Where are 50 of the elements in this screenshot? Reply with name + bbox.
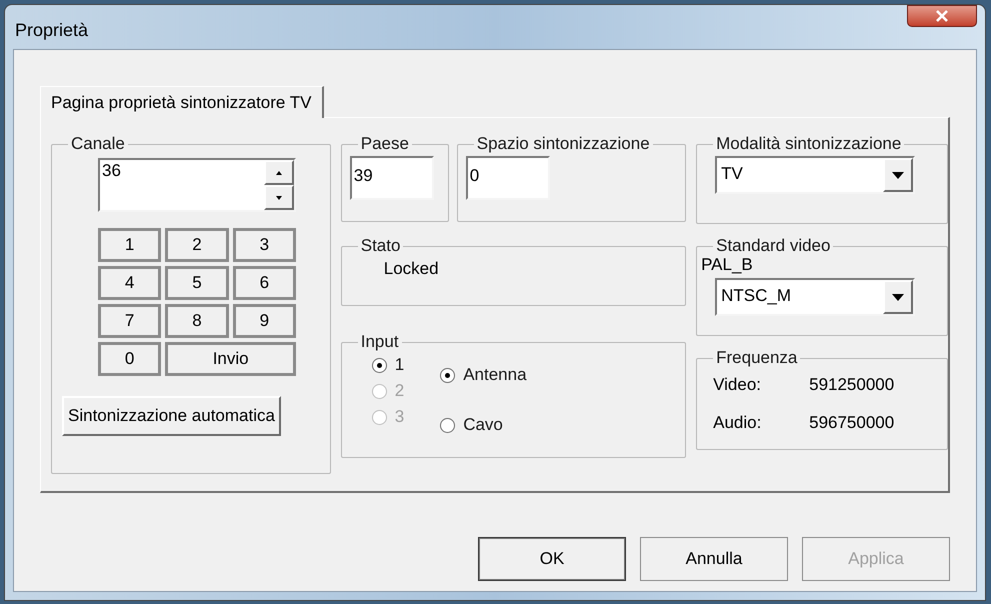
- group-label: Stato: [360, 236, 402, 256]
- group-label: Canale: [70, 134, 126, 154]
- keypad-button[interactable]: 7: [98, 304, 162, 338]
- keypad-button[interactable]: 8: [165, 304, 229, 338]
- window-title: Proprietà: [15, 19, 88, 42]
- keypad-button[interactable]: 5: [165, 266, 229, 300]
- current-standard: PAL_B: [701, 256, 754, 274]
- close-button[interactable]: [907, 5, 977, 27]
- dropdown[interactable]: NTSC_M: [715, 278, 916, 316]
- dropdown-arrow-button[interactable]: [883, 280, 914, 314]
- frequency-value: 591250000: [809, 374, 896, 396]
- keypad-button[interactable]: 1: [98, 228, 162, 262]
- keypad-button[interactable]: 0: [98, 342, 162, 376]
- dropdown-value: NTSC_M: [720, 285, 792, 307]
- frequency-label: Audio:: [713, 412, 762, 434]
- radio-button[interactable]: [440, 368, 456, 382]
- status-value: Locked: [384, 259, 439, 278]
- group-label: Frequenza: [715, 348, 798, 368]
- auto-tune-button[interactable]: Sintonizzazione automatica: [62, 396, 281, 436]
- group-label: Standard video: [715, 236, 832, 256]
- frequency-label: Video:: [713, 374, 762, 396]
- dropdown[interactable]: TV: [715, 156, 916, 194]
- dropdown-value: TV: [720, 163, 744, 185]
- tab[interactable]: Pagina proprietà sintonizzatore TV: [40, 86, 324, 118]
- caret-icon: [892, 294, 904, 300]
- keypad-button[interactable]: 6: [232, 266, 296, 300]
- radio-button[interactable]: [440, 418, 456, 432]
- group-label: Spazio sintonizzazione: [476, 134, 651, 154]
- group-label: Input: [360, 332, 400, 352]
- tuning-space-field[interactable]: 0: [466, 156, 550, 200]
- radio-label: 3: [394, 406, 404, 428]
- radio-label: Antenna: [463, 364, 527, 386]
- country-field[interactable]: 39: [350, 156, 434, 200]
- keypad-button[interactable]: 3: [232, 228, 296, 262]
- radio-label: Cavo: [463, 414, 503, 436]
- frequency-value: 596750000: [809, 412, 896, 434]
- radio-button[interactable]: [372, 358, 387, 372]
- dialog-button[interactable]: OK: [478, 537, 626, 581]
- caret-icon: [892, 172, 904, 178]
- keypad-button[interactable]: 2: [165, 228, 229, 262]
- dialog-button[interactable]: Annulla: [640, 537, 788, 581]
- keypad-button[interactable]: Invio: [165, 342, 296, 376]
- group-label: Paese: [360, 134, 410, 154]
- radio-label: 2: [394, 380, 404, 402]
- keypad-button[interactable]: 9: [232, 304, 296, 338]
- keypad-button[interactable]: 4: [98, 266, 162, 300]
- dropdown-arrow-button[interactable]: [883, 158, 914, 192]
- radio-label: 1: [394, 354, 404, 376]
- close-icon: [935, 10, 949, 22]
- group-label: Modalità sintonizzazione: [715, 134, 902, 154]
